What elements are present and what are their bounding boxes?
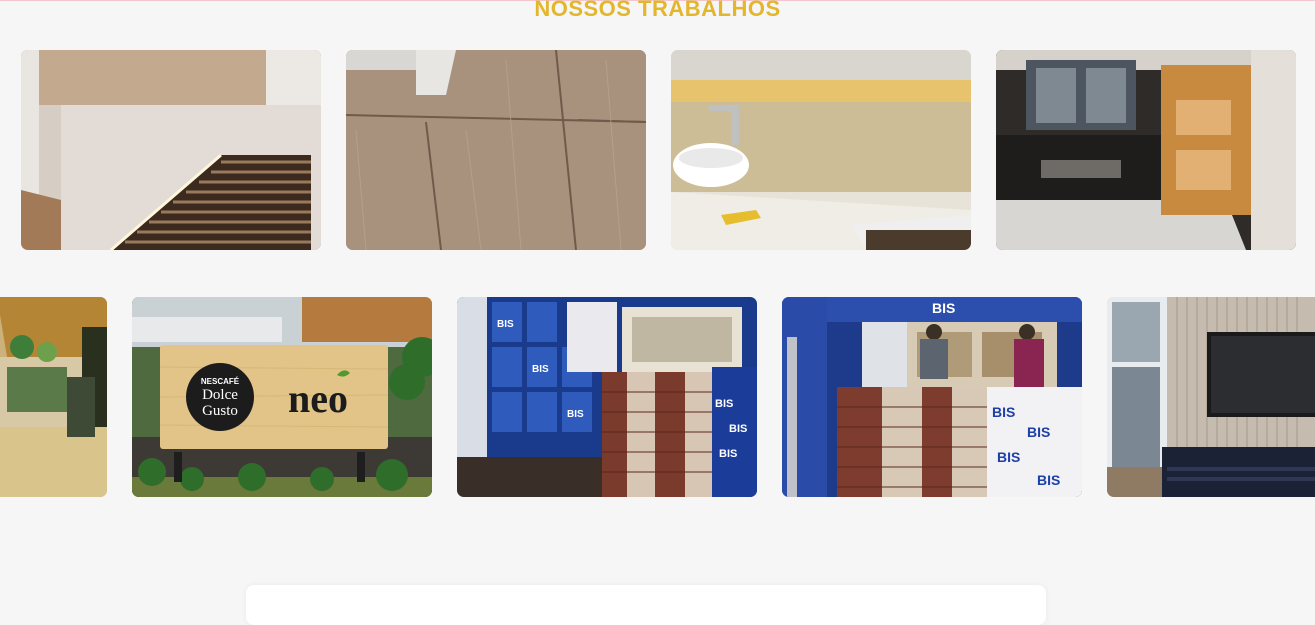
gallery-row-2: NESCAFÉ Dolce Gusto neo BIS BIS BIS BIS — [0, 297, 1315, 497]
section-title: NOSSOS TRABALHOS — [534, 0, 781, 21]
gallery-photo-bis-kiosk-1[interactable]: BIS BIS BIS BIS BIS BIS BIS — [457, 297, 757, 497]
gallery-photo-store-interior[interactable] — [0, 297, 107, 497]
kiosk-logo-text: BIS — [567, 409, 584, 420]
gallery-photo-kitchen[interactable] — [996, 50, 1296, 250]
kiosk-logo-text: BIS — [1037, 472, 1060, 488]
sign-brand-line1: Dolce — [202, 387, 238, 403]
gallery-photo-bis-kiosk-2[interactable]: BIS BIS BIS BIS BIS — [782, 297, 1082, 497]
kiosk-logo-text: BIS — [992, 404, 1015, 420]
kiosk-logo-text: BIS — [1027, 424, 1050, 440]
gallery-photo-tv-room[interactable] — [1107, 297, 1315, 497]
gallery-photo-bathroom-vanity[interactable] — [671, 50, 971, 250]
kiosk-logo-text: BIS — [729, 423, 747, 435]
kiosk-logo-text: BIS — [715, 398, 733, 410]
gallery-photo-wood-railing[interactable] — [21, 50, 321, 250]
kiosk-logo-text: BIS — [932, 300, 955, 316]
kiosk-logo-text: BIS — [997, 449, 1020, 465]
sign-brand-line2: Gusto — [202, 403, 238, 419]
gallery-row-1 — [0, 50, 1315, 250]
sign-brand-top: NESCAFÉ — [201, 377, 240, 386]
gallery-photo-neo-sign[interactable]: NESCAFÉ Dolce Gusto neo — [132, 297, 432, 497]
kiosk-logo-text: BIS — [532, 364, 549, 375]
content-card — [246, 585, 1046, 625]
kiosk-logo-text: BIS — [497, 319, 514, 330]
sign-product-text: neo — [288, 376, 348, 421]
gallery-photo-wood-panels[interactable] — [346, 50, 646, 250]
kiosk-logo-text: BIS — [719, 448, 737, 460]
